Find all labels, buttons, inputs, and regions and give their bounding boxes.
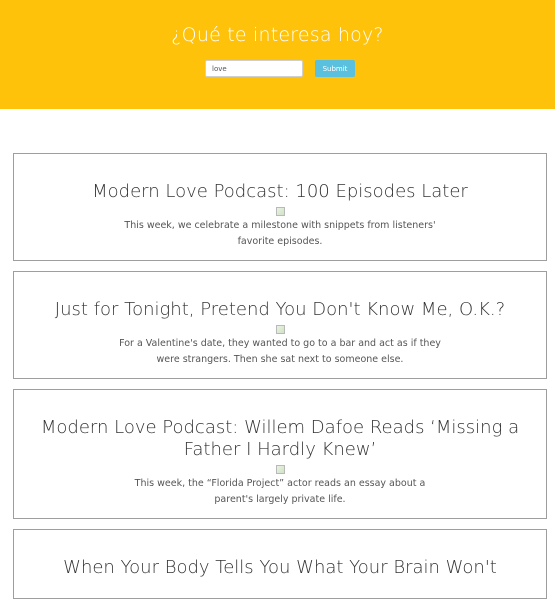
article-card[interactable]: Modern Love Podcast: Willem Dafoe Reads … (13, 389, 547, 519)
submit-button[interactable]: Submit (315, 60, 355, 77)
broken-image-icon (276, 325, 285, 334)
broken-image-icon (276, 465, 285, 474)
article-title[interactable]: Just for Tonight, Pretend You Don't Know… (14, 299, 546, 321)
page-title: ¿Qué te interesa hoy? (171, 24, 384, 46)
article-title[interactable]: When Your Body Tells You What Your Brain… (14, 557, 546, 579)
article-summary: This week, the “Florida Project” actor r… (134, 478, 426, 505)
article-card[interactable]: When Your Body Tells You What Your Brain… (13, 529, 547, 599)
article-summary: This week, we celebrate a milestone with… (124, 220, 436, 247)
search-input[interactable] (205, 60, 303, 77)
article-card[interactable]: Just for Tonight, Pretend You Don't Know… (13, 271, 547, 379)
article-summary: For a Valentine's date, they wanted to g… (119, 338, 441, 365)
broken-image-icon (276, 207, 285, 216)
header-banner: ¿Qué te interesa hoy? Submit (0, 0, 555, 109)
article-title[interactable]: Modern Love Podcast: Willem Dafoe Reads … (28, 417, 532, 461)
article-title[interactable]: Modern Love Podcast: 100 Episodes Later (14, 181, 546, 203)
article-card[interactable]: Modern Love Podcast: 100 Episodes Later … (13, 153, 547, 261)
